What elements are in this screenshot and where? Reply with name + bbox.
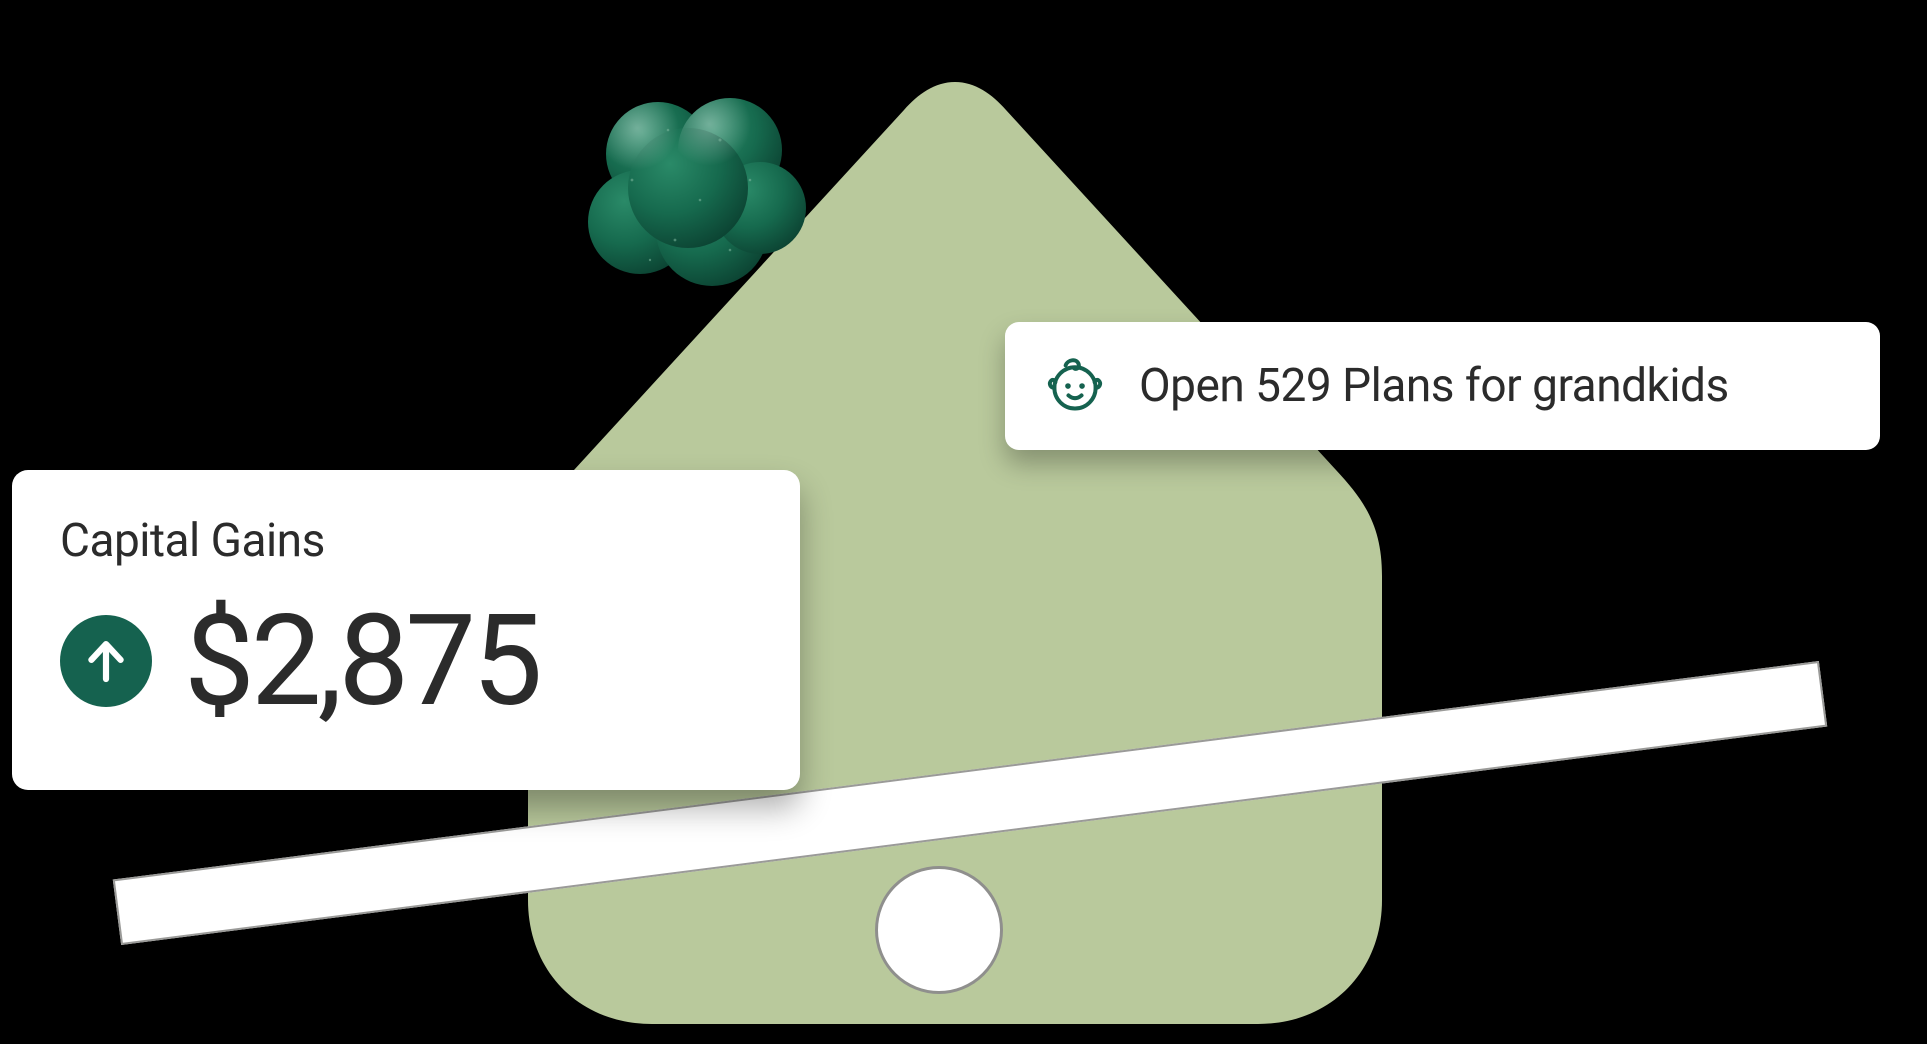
illustration-stage: Open 529 Plans for grandkids Capital Gai… <box>0 0 1927 1044</box>
abstract-blob-icon <box>580 90 810 310</box>
arrow-up-icon <box>60 615 152 707</box>
seesaw-fulcrum <box>875 866 1003 994</box>
capital-gains-title: Capital Gains <box>60 514 752 568</box>
baby-face-icon <box>1045 356 1105 416</box>
plan-529-card[interactable]: Open 529 Plans for grandkids <box>1005 322 1880 450</box>
capital-gains-value-row: $2,875 <box>60 598 752 724</box>
plan-529-label: Open 529 Plans for grandkids <box>1139 359 1729 413</box>
capital-gains-card[interactable]: Capital Gains $2,875 <box>12 470 800 790</box>
capital-gains-amount: $2,875 <box>184 598 539 724</box>
